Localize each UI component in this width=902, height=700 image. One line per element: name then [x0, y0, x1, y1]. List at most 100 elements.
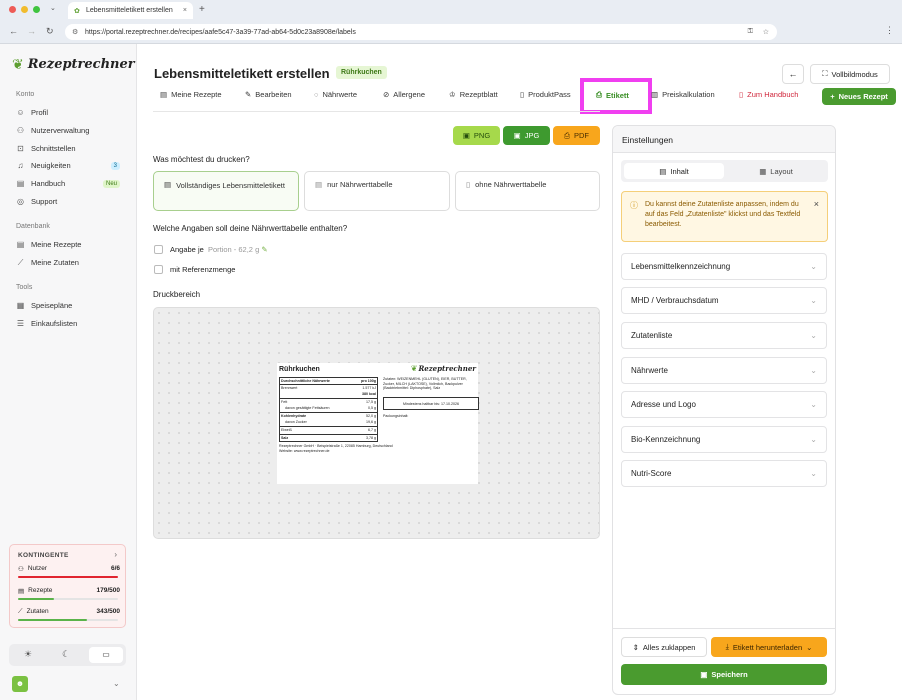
quota-title: KONTINGENTE [18, 552, 69, 559]
sidebar-item-profil[interactable]: ☺ Profil [16, 108, 126, 117]
quota-bar-rezepte-track [18, 598, 118, 600]
option-ohne-naehrwerttabelle[interactable]: ▯ ohne Nährwerttabelle [455, 171, 600, 211]
browser-menu-icon[interactable]: ⋮ [885, 25, 894, 36]
new-tab-icon[interactable]: + [199, 4, 205, 15]
new-badge: Neu [102, 179, 120, 188]
favicon-icon: ✿ [74, 7, 80, 15]
nutri-question: Welche Angaben soll deine Nährwerttabell… [153, 224, 348, 233]
fullscreen-button[interactable]: ⛶ Vollbildmodus [810, 64, 890, 84]
sidebar-item-meine-rezepte[interactable]: ▤ Meine Rezepte [16, 240, 126, 249]
sidebar-item-schnittstellen[interactable]: ⊡ Schnittstellen [16, 144, 126, 153]
section-title-tools: Tools [16, 284, 33, 291]
avatar[interactable]: ☻ [12, 676, 28, 692]
tab-bearbeiten[interactable]: ✎ Bearbeiten [245, 90, 292, 99]
brand-name: Rezeptrechner [27, 57, 135, 72]
info-icon: ⓘ [630, 201, 638, 210]
browser-tab[interactable]: ✿ Lebensmitteletikett erstellen × [68, 2, 193, 19]
address-bar[interactable]: ⚙ https://portal.rezeptrechner.de/recipe… [65, 24, 777, 40]
book-icon: ▤ [16, 240, 25, 249]
quota-bar-rezepte-fill [18, 598, 54, 600]
section-nutri-score[interactable]: Nutri-Score ⌄ [621, 460, 827, 487]
checkbox-angabe-je[interactable] [154, 245, 163, 254]
angabe-je-row: Angabe je Portion - 62,2 g ✎ [170, 245, 268, 254]
brand-logo[interactable]: ❦ Rezeptrechner [12, 56, 135, 73]
tab-naehrwerte[interactable]: ◌ Nährwerte [314, 90, 357, 99]
site-settings-icon[interactable]: ⚙ [72, 28, 78, 36]
tab-meine-rezepte[interactable]: ▤ Meine Rezepte [160, 90, 222, 99]
option-vollstaendig[interactable]: ▤ Vollständiges Lebensmitteletikett [153, 171, 299, 211]
forward-icon[interactable]: → [27, 26, 36, 36]
back-button[interactable]: ← [782, 64, 804, 84]
section-lebensmittelkennzeichnung[interactable]: Lebensmittelkennzeichnung ⌄ [621, 253, 827, 280]
book-icon: ▤ [18, 588, 25, 595]
section-bio[interactable]: Bio-Kennzeichnung ⌄ [621, 426, 827, 453]
checkbox-referenzmenge[interactable] [154, 265, 163, 274]
monitor-icon[interactable]: ▭ [89, 647, 123, 663]
file-icon: ▤ [315, 180, 323, 189]
sidebar-item-handbuch[interactable]: ▤ Handbuch Neu [16, 179, 126, 188]
download-icon: ⤓ [725, 642, 729, 651]
download-label-button[interactable]: ⤓ Etikett herunterladen ⌄ [711, 637, 827, 657]
option-nur-naehrwerttabelle[interactable]: ▤ nur Nährwerttabelle [304, 171, 450, 211]
handbuch-link[interactable]: ▯ Zum Handbuch [739, 90, 798, 99]
close-icon[interactable]: × [814, 199, 819, 209]
chevron-down-icon: ⌄ [806, 642, 813, 652]
chevron-down-icon[interactable]: ⌄ [113, 679, 120, 688]
section-naehrwerte[interactable]: Nährwerte ⌄ [621, 357, 827, 384]
label-ingredients[interactable]: Zutaten: WEIZENMEHL (GLUTEN), EIER, BUTT… [383, 377, 475, 391]
reload-icon[interactable]: ↻ [46, 26, 54, 37]
bookmark-star-icon[interactable]: ☆ [763, 28, 769, 36]
tab-etikett[interactable]: ⎙ Etikett [596, 90, 629, 100]
moon-icon[interactable]: ☾ [62, 649, 70, 660]
sidebar-item-neuigkeiten[interactable]: ♫ Neuigkeiten 3 [16, 161, 126, 170]
sidebar-item-nutzerverwaltung[interactable]: ⚇ Nutzerverwaltung [16, 126, 126, 135]
sun-icon[interactable]: ☀ [24, 649, 32, 660]
section-mhd[interactable]: MHD / Verbrauchsdatum ⌄ [621, 287, 827, 314]
chevron-down-icon: ⌄ [810, 331, 817, 340]
support-icon: ◎ [17, 197, 24, 206]
browser-chrome: ⌄ ✿ Lebensmitteletikett erstellen × + ← … [0, 0, 902, 44]
page-title: Lebensmitteletikett erstellen [154, 66, 330, 81]
quota-card[interactable]: KONTINGENTE › ⚇ Nutzer 6/6 ▤ Rezepte 179/500… [9, 544, 126, 628]
label-preview[interactable]: Rührkuchen ❦ Rezeptrechner Durchschnittli… [277, 363, 479, 484]
chevrons-icon: ⇕ [632, 642, 639, 652]
sidebar-item-speiseplaene[interactable]: ▦ Speisepläne [16, 301, 126, 310]
new-recipe-button[interactable]: + Neues Rezept [822, 88, 896, 105]
section-adresse-logo[interactable]: Adresse und Logo ⌄ [621, 391, 827, 418]
section-title-datenbank: Datenbank [16, 223, 50, 230]
label-lot: Packungsinhalt: [383, 414, 409, 418]
close-tab-icon[interactable]: × [183, 7, 187, 14]
plug-icon: ⊡ [17, 144, 24, 153]
news-count-badge: 3 [110, 161, 120, 170]
chevron-down-icon: ⌄ [810, 469, 817, 478]
users-icon: ⚇ [18, 566, 24, 573]
tab-list-icon[interactable]: ⌄ [50, 4, 56, 12]
tab-inhalt[interactable]: ▤ Inhalt [624, 163, 724, 179]
png-button[interactable]: ▣ PNG [453, 126, 500, 145]
sidebar-item-meine-zutaten[interactable]: ⟋ Meine Zutaten [16, 258, 126, 268]
maximize-window-icon[interactable] [33, 6, 40, 13]
close-window-icon[interactable] [9, 6, 16, 13]
druckbereich-title: Druckbereich [153, 290, 201, 299]
pencil-icon[interactable]: ✎ [261, 245, 267, 254]
tab-layout[interactable]: ▦ Layout [727, 163, 825, 179]
tab-allergene[interactable]: ⊘ Allergene [383, 90, 425, 99]
password-key-icon[interactable]: ⚿ [748, 28, 753, 36]
minimize-window-icon[interactable] [21, 6, 28, 13]
quota-bar-zutaten-track [18, 619, 118, 621]
sidebar-item-einkaufslisten[interactable]: ☰ Einkaufslisten [16, 319, 126, 328]
tab-produktpass[interactable]: ▯ ProduktPass [520, 90, 571, 99]
tab-preiskalkulation[interactable]: ▥ Preiskalkulation [651, 90, 715, 99]
tab-rezeptblatt[interactable]: ♔ Rezeptblatt [449, 90, 498, 99]
sidebar-item-support[interactable]: ◎ Support [16, 197, 126, 206]
pdf-button[interactable]: ⎙ PDF [553, 126, 600, 145]
save-button[interactable]: ▣ Speichern [621, 664, 827, 685]
label-title: Rührkuchen [279, 366, 320, 373]
chevron-right-icon: › [114, 550, 117, 559]
jpg-button[interactable]: ▣ JPG [503, 126, 550, 145]
collapse-all-button[interactable]: ⇕ Alles zuklappen [621, 637, 707, 657]
doc-icon: ▯ [520, 90, 525, 99]
back-icon[interactable]: ← [9, 26, 18, 36]
section-zutatenliste[interactable]: Zutatenliste ⌄ [621, 322, 827, 349]
plus-icon: + [830, 92, 835, 101]
